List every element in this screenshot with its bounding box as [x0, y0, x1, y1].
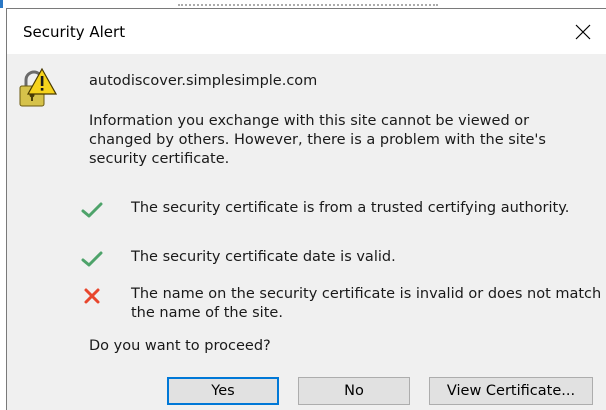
view-certificate-button[interactable]: View Certificate...	[429, 377, 593, 405]
proceed-question: Do you want to proceed?	[89, 338, 271, 354]
certificate-check-text: The name on the security certificate is …	[131, 286, 602, 321]
no-button[interactable]: No	[298, 377, 410, 405]
check-icon	[81, 251, 103, 267]
close-icon	[575, 24, 591, 39]
site-hostname: autodiscover.simplesimple.com	[89, 73, 318, 89]
title-bar[interactable]: Security Alert	[7, 9, 606, 54]
background-app-edge	[0, 0, 606, 8]
security-alert-dialog: Security Alert autodiscover.simplesimple…	[6, 8, 606, 410]
dialog-body: autodiscover.simplesimple.com Informatio…	[7, 54, 606, 410]
check-icon	[81, 202, 103, 218]
certificate-check-text: The security certificate date is valid.	[131, 249, 396, 265]
yes-button[interactable]: Yes	[167, 377, 279, 405]
background-app-text	[178, 0, 438, 6]
close-button[interactable]	[560, 9, 606, 54]
screen: Security Alert autodiscover.simplesimple…	[0, 0, 606, 410]
info-message: Information you exchange with this site …	[89, 113, 546, 167]
certificate-check-text: The security certificate is from a trust…	[131, 200, 570, 216]
background-app-accent	[0, 0, 3, 8]
lock-warning-icon	[19, 67, 57, 107]
cross-icon	[84, 288, 100, 304]
dialog-title: Security Alert	[23, 23, 126, 41]
